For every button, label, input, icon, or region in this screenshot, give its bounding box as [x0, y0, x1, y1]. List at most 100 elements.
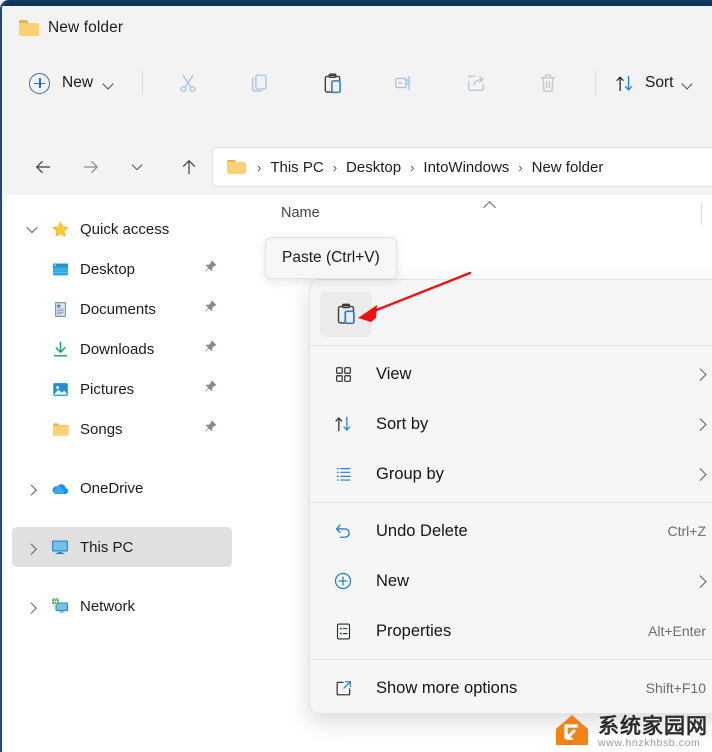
sidebar-item-desktop[interactable]: Desktop	[12, 249, 232, 289]
context-paste-button[interactable]	[320, 290, 372, 337]
toolbar-separator	[142, 71, 144, 95]
context-menu-label: Group by	[376, 464, 444, 483]
command-bar: New Sort	[2, 50, 712, 116]
forward-button[interactable]	[74, 150, 108, 184]
rename-button[interactable]	[381, 65, 427, 101]
sidebar-item-onedrive[interactable]: OneDrive	[12, 468, 232, 508]
chevron-right-icon	[694, 368, 706, 380]
pictures-icon	[50, 379, 70, 399]
pin-icon[interactable]	[203, 339, 218, 359]
chevron-right-icon[interactable]	[20, 476, 44, 500]
sidebar-item-network[interactable]: Network	[12, 586, 232, 626]
sidebar-label: Desktop	[80, 260, 136, 278]
sidebar-label: Pictures	[80, 380, 135, 398]
up-button[interactable]	[172, 150, 206, 184]
sort-button[interactable]: Sort	[614, 65, 693, 101]
context-menu-item-show-more-options[interactable]: Show more options Shift+F10	[310, 663, 712, 713]
new-button[interactable]: New	[29, 65, 120, 101]
cut-button[interactable]	[165, 65, 211, 101]
undo-icon	[332, 520, 354, 542]
trash-icon	[541, 74, 555, 93]
chevron-down-icon[interactable]	[20, 217, 44, 241]
sidebar-item-quick-access[interactable]: Quick access	[12, 209, 232, 249]
expand-icon	[332, 677, 354, 699]
sidebar-item-songs[interactable]: Songs	[12, 409, 232, 449]
context-menu-item-group-by[interactable]: Group by	[310, 449, 712, 499]
column-header-name[interactable]: Name	[281, 205, 320, 221]
sort-arrows-icon	[332, 413, 354, 435]
pin-icon[interactable]	[203, 379, 218, 399]
desktop-icon	[50, 259, 70, 279]
chevron-right-icon[interactable]	[20, 594, 44, 618]
folder-icon	[227, 159, 246, 175]
pin-icon[interactable]	[203, 419, 218, 439]
column-header-row: Name	[240, 195, 712, 231]
copy-button[interactable]	[237, 65, 283, 101]
share-icon	[467, 75, 485, 92]
context-menu-label: Undo Delete	[376, 521, 468, 540]
arrow-right-icon	[83, 161, 98, 173]
title-bar: New folder	[2, 6, 712, 50]
watermark-url: www.hnzkhbsb.com	[598, 737, 701, 749]
window-frame: New folder New Sort › This PC › Desktop …	[0, 0, 712, 752]
context-menu-accelerator: Shift+F10	[645, 680, 706, 696]
copy-icon	[251, 74, 267, 92]
context-menu-item-undo-delete[interactable]: Undo Delete Ctrl+Z	[310, 506, 712, 556]
chevron-down-icon[interactable]	[681, 77, 693, 89]
context-menu-item-view[interactable]: View	[310, 349, 712, 399]
watermark-text: 系统家园网 www.hnzkhbsb.com	[598, 715, 708, 749]
plus-circle-icon	[332, 570, 354, 592]
recent-locations-button[interactable]	[120, 150, 154, 184]
breadcrumb-separator: ›	[410, 159, 415, 175]
share-button[interactable]	[453, 65, 499, 101]
context-menu: View Sort by Group by Undo Delete Ctrl+Z…	[309, 279, 712, 714]
watermark: 系统家园网 www.hnzkhbsb.com	[552, 711, 708, 749]
context-menu-separator	[310, 659, 712, 660]
sidebar-label: Songs	[80, 420, 123, 438]
sidebar-item-documents[interactable]: Documents	[12, 289, 232, 329]
group-list-icon	[332, 463, 354, 485]
breadcrumb-item-intowindows[interactable]: IntoWindows	[421, 156, 511, 179]
breadcrumb-separator: ›	[257, 159, 262, 175]
sidebar-item-this-pc[interactable]: This PC	[12, 527, 232, 567]
paste-icon	[324, 73, 341, 93]
rename-icon	[395, 76, 410, 90]
chevron-down-icon[interactable]	[102, 77, 114, 89]
paste-tooltip: Paste (Ctrl+V)	[265, 237, 397, 279]
breadcrumb-separator: ›	[332, 159, 338, 175]
sidebar-item-downloads[interactable]: Downloads	[12, 329, 232, 369]
context-menu-label: Show more options	[376, 678, 518, 697]
context-menu-separator	[310, 345, 712, 346]
sort-button-label: Sort	[645, 74, 674, 91]
chevron-right-icon	[694, 418, 706, 430]
back-button[interactable]	[26, 150, 60, 184]
address-bar[interactable]: › This PC › Desktop › IntoWindows › New …	[212, 147, 712, 187]
sidebar-label: This PC	[80, 538, 134, 556]
context-menu-item-new[interactable]: New	[310, 556, 712, 606]
context-menu-item-sort-by[interactable]: Sort by	[310, 399, 712, 449]
context-menu-item-properties[interactable]: Properties Alt+Enter	[310, 606, 712, 656]
context-menu-label: New	[376, 571, 410, 590]
navigation-pane: Quick access Desktop Documents Downloads…	[4, 195, 240, 752]
chevron-right-icon[interactable]	[20, 535, 44, 559]
star-icon	[50, 219, 70, 239]
sort-arrows-icon	[616, 75, 633, 91]
pin-icon[interactable]	[203, 259, 218, 279]
watermark-logo-icon	[552, 711, 592, 749]
paste-button[interactable]	[309, 65, 355, 101]
downloads-icon	[50, 339, 70, 359]
breadcrumb-item-desktop[interactable]: Desktop	[344, 156, 403, 179]
breadcrumb-item-this-pc[interactable]: This PC	[268, 156, 325, 179]
network-icon	[50, 596, 70, 616]
column-divider[interactable]	[701, 203, 702, 225]
file-explorer-window: New folder New Sort › This PC › Desktop …	[0, 0, 712, 752]
chevron-up-icon	[483, 200, 497, 210]
delete-button[interactable]	[525, 65, 571, 101]
sidebar-item-pictures[interactable]: Pictures	[12, 369, 232, 409]
toolbar-separator-2	[595, 71, 597, 95]
pin-icon[interactable]	[203, 299, 218, 319]
cloud-icon	[50, 478, 70, 498]
chevron-right-icon	[694, 575, 706, 587]
context-menu-icon-row	[310, 285, 712, 342]
breadcrumb-item-new-folder[interactable]: New folder	[530, 156, 606, 179]
